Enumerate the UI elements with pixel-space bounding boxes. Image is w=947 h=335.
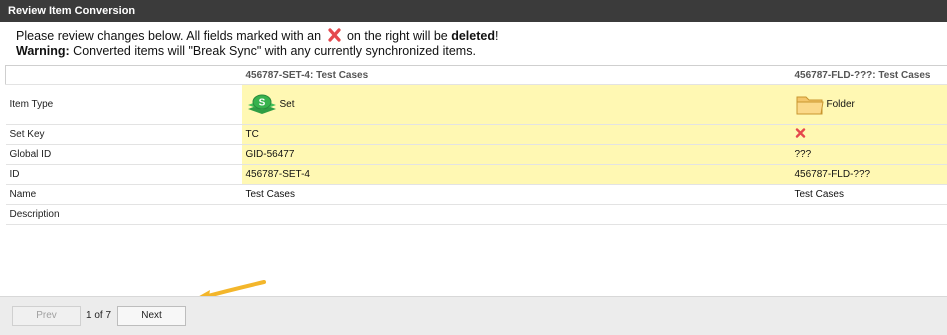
header-source-item: 456787-SET-4: Test Cases (241, 65, 791, 85)
row-label: Set Key (5, 124, 242, 145)
header-target-item: 456787-FLD-???: Test Cases (790, 65, 947, 85)
cell-source-value: Test Cases (241, 184, 791, 205)
row-label: ID (5, 164, 242, 185)
cell-target-type: Folder (790, 84, 947, 125)
target-type-label: Folder (826, 99, 855, 110)
warning-text: Converted items will "Break Sync" with a… (69, 44, 476, 58)
folder-icon (795, 93, 825, 117)
svg-text:S: S (258, 97, 265, 108)
cell-source-value: GID-56477 (241, 144, 791, 165)
cell-target-value: Test Cases (790, 184, 947, 205)
row-label: Global ID (5, 144, 242, 165)
cell-source-value: TC (241, 124, 791, 145)
intro-message: Please review changes below. All fields … (16, 28, 498, 59)
cell-target-value: ??? (790, 144, 947, 165)
table-row: Set Key TC (5, 124, 947, 145)
intro-text-a: Please review changes below. All fields … (16, 29, 325, 43)
next-button[interactable]: Next (117, 306, 186, 326)
table-row: Description (5, 204, 947, 225)
intro-line-2: Warning: Converted items will "Break Syn… (16, 44, 498, 59)
cell-source-value (241, 204, 791, 225)
table-header-row: 456787-SET-4: Test Cases 456787-FLD-???:… (5, 65, 947, 85)
row-label: Item Type (5, 84, 242, 125)
intro-line-1: Please review changes below. All fields … (16, 28, 498, 44)
set-stack-icon: S (246, 93, 278, 117)
row-label: Name (5, 184, 242, 205)
table-row: Item Type S Set Folder (5, 84, 947, 125)
warning-label: Warning: (16, 44, 70, 58)
delete-x-icon (795, 128, 806, 141)
intro-text-b: on the right will be (343, 29, 452, 43)
cell-target-value (790, 204, 947, 225)
cell-source-value: 456787-SET-4 (241, 164, 791, 185)
table-row: ID 456787-SET-4 456787-FLD-??? (5, 164, 947, 185)
cell-target-value: 456787-FLD-??? (790, 164, 947, 185)
pagination-bar: Prev 1 of 7 Next (0, 296, 947, 335)
cell-source-type: S Set (241, 84, 791, 125)
header-field (5, 65, 242, 85)
table-row: Name Test Cases Test Cases (5, 184, 947, 205)
comparison-table: 456787-SET-4: Test Cases 456787-FLD-???:… (5, 65, 947, 225)
row-label: Description (5, 204, 242, 225)
delete-x-icon (327, 28, 342, 42)
cell-target-value (790, 124, 947, 145)
window-title: Review Item Conversion (0, 0, 947, 22)
intro-deleted-word: deleted (451, 29, 495, 43)
prev-button[interactable]: Prev (12, 306, 81, 326)
table-row: Global ID GID-56477 ??? (5, 144, 947, 165)
intro-text-c: ! (494, 29, 499, 43)
source-type-label: Set (279, 99, 295, 110)
page-indicator: 1 of 7 (86, 310, 112, 321)
